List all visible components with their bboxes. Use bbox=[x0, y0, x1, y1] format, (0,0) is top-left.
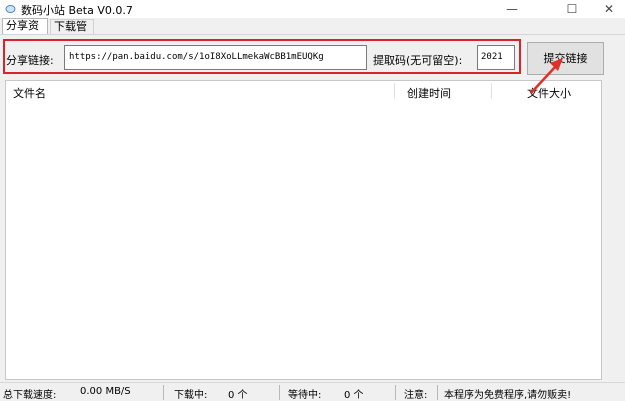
tab-download-manager[interactable]: 下载管理 bbox=[50, 19, 94, 47]
notice-label: 注意: bbox=[404, 390, 428, 401]
waiting-value: 0 个 bbox=[344, 390, 364, 401]
column-header-filename[interactable]: 文件名 bbox=[13, 85, 46, 101]
code-label: 提取码(无可留空): bbox=[373, 54, 463, 67]
column-header-created-time[interactable]: 创建时间 bbox=[407, 85, 451, 101]
window-title: 数码小站 Beta V0.0.7 bbox=[21, 4, 133, 17]
downloading-value: 0 个 bbox=[228, 390, 248, 401]
notice-text: 本程序为免费程序,请勿贩卖! bbox=[444, 390, 572, 401]
share-link-input[interactable]: https://pan.baidu.com/s/1oI8XoLLmekaWcBB… bbox=[64, 45, 367, 70]
submit-link-button[interactable]: 提交链接 bbox=[527, 42, 604, 75]
tab-share-resources[interactable]: 分享资源 bbox=[2, 18, 48, 46]
total-speed-value: 0.00 MB/S bbox=[80, 386, 131, 397]
status-divider bbox=[437, 385, 438, 400]
total-speed-label: 总下载速度: bbox=[3, 390, 57, 401]
close-button[interactable]: ✕ bbox=[593, 0, 625, 18]
title-bar: 数码小站 Beta V0.0.7 — ☐ ✕ bbox=[0, 0, 625, 18]
minimize-button[interactable]: — bbox=[496, 0, 528, 18]
code-input[interactable]: 2021 bbox=[477, 45, 515, 70]
maximize-button[interactable]: ☐ bbox=[556, 0, 588, 18]
column-divider bbox=[394, 83, 395, 99]
status-divider bbox=[395, 385, 396, 400]
tab-strip: 分享资源 下载管理 bbox=[0, 18, 625, 47]
app-icon bbox=[5, 5, 16, 13]
file-list[interactable]: 文件名 创建时间 文件大小 bbox=[5, 80, 602, 380]
column-header-file-size[interactable]: 文件大小 bbox=[527, 85, 571, 101]
status-bar: 总下载速度: 0.00 MB/S 下载中: 0 个 等待中: 0 个 注意: 本… bbox=[0, 382, 625, 401]
status-divider bbox=[163, 385, 164, 400]
share-link-label: 分享链接: bbox=[6, 54, 54, 67]
status-divider bbox=[279, 385, 280, 400]
column-divider bbox=[491, 83, 492, 99]
downloading-label: 下载中: bbox=[174, 390, 208, 401]
waiting-label: 等待中: bbox=[288, 390, 322, 401]
